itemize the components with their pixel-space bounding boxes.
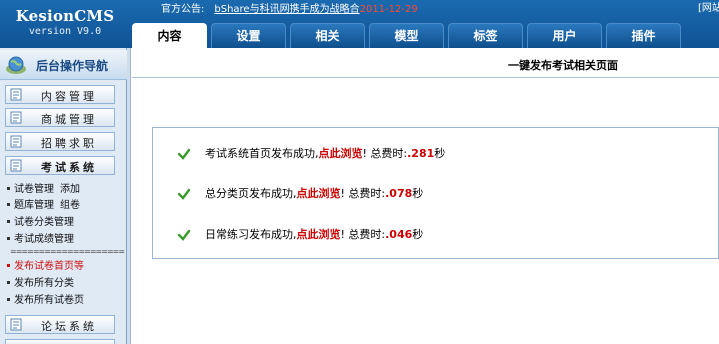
publish-exam-home-link[interactable]: 发布试卷首页等: [14, 261, 84, 272]
result-text: 考试系统首页发布成功,: [205, 147, 319, 160]
logo: KesionCMS version V9.0: [0, 0, 130, 48]
question-bank-link[interactable]: 题库管理: [14, 200, 54, 211]
list-item: 发布所有试卷页: [4, 293, 84, 308]
sidebar-header: 后台操作导航: [0, 50, 127, 80]
result-elapsed-label: ! 总费时:: [340, 187, 386, 200]
bullet-icon: [7, 263, 10, 267]
sidebar-item-label: 内容管理: [41, 90, 97, 103]
exam-paper-add-link[interactable]: 添加: [60, 184, 80, 195]
check-icon: [177, 229, 191, 241]
list-item: 发布所有分类: [4, 276, 74, 291]
exam-icon: [10, 159, 22, 172]
forum-icon: [10, 318, 22, 331]
list-item: 题库管理 组卷: [4, 198, 80, 213]
globe-icon: [6, 56, 26, 74]
exam-scores-link[interactable]: 考试成绩管理: [14, 234, 74, 245]
elapsed-time: .046: [385, 228, 413, 241]
sidebar-item-content[interactable]: 内容管理: [5, 85, 115, 104]
publish-papers-link[interactable]: 发布所有试卷页: [14, 295, 84, 306]
page-title-bar: 一键发布考试相关页面: [132, 48, 719, 78]
publish-categories-link[interactable]: 发布所有分类: [14, 278, 74, 289]
bullet-icon: [7, 280, 10, 284]
result-message: 考试系统首页发布成功,点此浏览! 总费时:.281秒: [205, 146, 445, 162]
announcement-date: 2011-12-29: [359, 4, 418, 15]
sidebar-item-partial[interactable]: [5, 339, 115, 344]
top-header: KesionCMS version V9.0 官方公告: bShare与科讯网携手…: [0, 0, 719, 48]
result-message: 总分类页发布成功,点此浏览! 总费时:.078秒: [205, 186, 423, 202]
elapsed-time: .281: [407, 147, 435, 160]
logo-name: KesionCMS: [15, 7, 115, 25]
list-item: 考试成绩管理: [4, 232, 74, 247]
sidebar-item-label: 商城管理: [41, 113, 97, 126]
view-link[interactable]: 点此浏览: [297, 228, 341, 241]
sidebar-item-label: 考试系统: [41, 161, 97, 174]
bullet-icon: [7, 219, 10, 223]
tab-users[interactable]: 用户: [527, 23, 602, 48]
sidebar-item-label: 招聘求职: [41, 137, 97, 150]
shop-icon: [10, 111, 22, 124]
result-text: 日常练习发布成功,: [205, 228, 297, 241]
time-unit: 秒: [412, 187, 424, 200]
sidebar: 后台操作导航 内容管理 商城管理 招聘求职 考试系统 试卷管理 添加 题库管理 组卷…: [0, 48, 127, 344]
check-icon: [177, 188, 191, 200]
sidebar-item-label: 论坛系统: [41, 320, 97, 333]
time-unit: 秒: [412, 228, 424, 241]
tab-plugins[interactable]: 插件: [606, 23, 681, 48]
bullet-icon: [7, 297, 10, 301]
job-icon: [10, 135, 22, 148]
sidebar-item-forum[interactable]: 论坛系统: [5, 315, 115, 334]
bullet-icon: [7, 186, 10, 190]
sidebar-item-jobs[interactable]: 招聘求职: [5, 132, 115, 151]
sidebar-item-shop[interactable]: 商城管理: [5, 108, 115, 127]
tab-related[interactable]: 相关: [290, 23, 365, 48]
list-item: 试卷分类管理: [4, 215, 74, 230]
divider: ====================: [10, 247, 125, 256]
list-item: 发布试卷首页等: [4, 259, 84, 274]
paper-category-link[interactable]: 试卷分类管理: [14, 217, 74, 228]
list-item: 试卷管理 添加: [4, 182, 80, 197]
page-title: 一键发布考试相关页面: [508, 59, 618, 72]
result-text: 总分类页发布成功,: [205, 187, 297, 200]
announcement-bar: 官方公告: bShare与科讯网携手成为战略合2011-12-29: [161, 3, 418, 17]
site-link[interactable]: [网站: [698, 2, 719, 16]
announcement-link[interactable]: bShare与科讯网携手成为战略合: [214, 4, 359, 15]
main-tabs: 内容 设置 相关 模型 标签 用户 插件: [132, 23, 685, 48]
check-icon: [177, 148, 191, 160]
view-link[interactable]: 点此浏览: [297, 187, 341, 200]
result-elapsed-label: ! 总费时:: [362, 147, 408, 160]
tab-model[interactable]: 模型: [369, 23, 444, 48]
tab-tags[interactable]: 标签: [448, 23, 523, 48]
doc-icon: [10, 88, 22, 101]
compose-paper-link[interactable]: 组卷: [60, 200, 80, 211]
exam-paper-manage-link[interactable]: 试卷管理: [14, 184, 54, 195]
sidebar-title: 后台操作导航: [36, 59, 109, 73]
result-elapsed-label: ! 总费时:: [340, 228, 386, 241]
elapsed-time: .078: [385, 187, 413, 200]
sidebar-item-exam[interactable]: 考试系统: [5, 156, 115, 175]
logo-version: version V9.0: [28, 26, 102, 37]
bullet-icon: [7, 202, 10, 206]
view-link[interactable]: 点此浏览: [319, 147, 363, 160]
tab-content[interactable]: 内容: [132, 23, 207, 48]
time-unit: 秒: [434, 147, 446, 160]
publish-result-panel: 考试系统首页发布成功,点此浏览! 总费时:.281秒 总分类页发布成功,点此浏览…: [152, 127, 719, 259]
bullet-icon: [7, 236, 10, 240]
tab-settings[interactable]: 设置: [211, 23, 286, 48]
announcement-label: 官方公告:: [161, 4, 205, 15]
sidebar-splitter[interactable]: [127, 48, 131, 344]
result-message: 日常练习发布成功,点此浏览! 总费时:.046秒: [205, 227, 423, 243]
